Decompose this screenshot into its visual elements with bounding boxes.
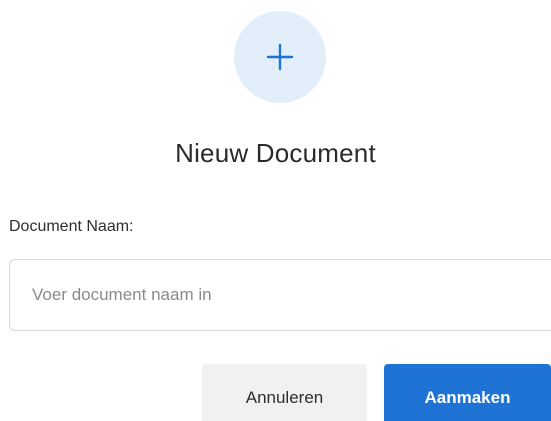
cancel-button[interactable]: Annuleren [202,364,367,421]
new-document-dialog: Nieuw Document Document Naam: Annuleren … [0,0,551,421]
create-button[interactable]: Aanmaken [384,364,551,421]
document-name-label: Document Naam: [9,218,134,235]
document-name-input[interactable] [9,259,551,331]
plus-icon [266,43,294,71]
dialog-title: Nieuw Document [175,138,376,168]
plus-icon-circle [234,11,326,103]
